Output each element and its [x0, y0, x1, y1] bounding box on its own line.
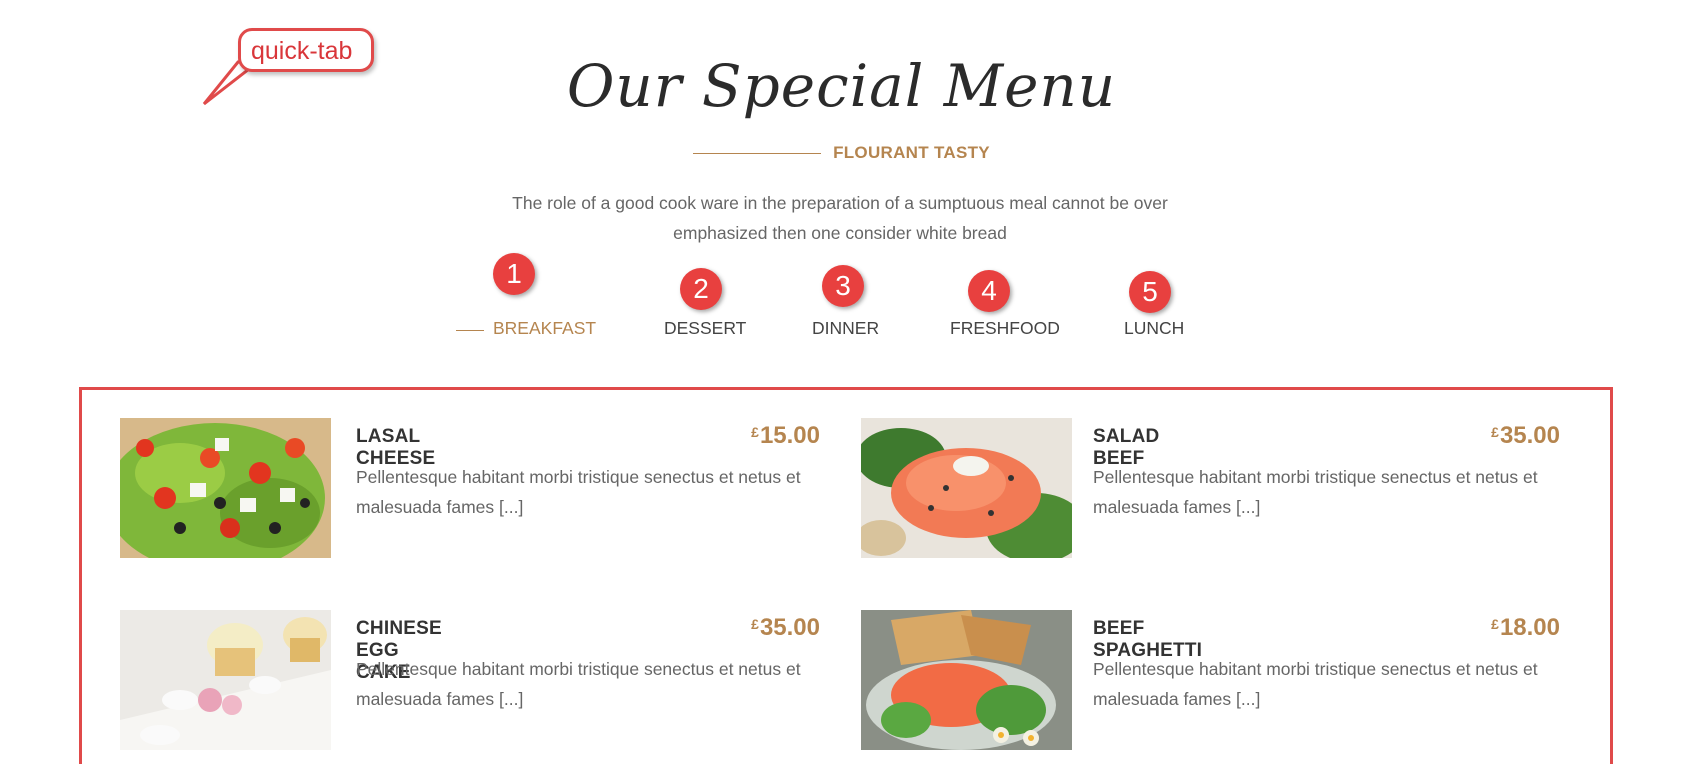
- greek-salad-image[interactable]: [120, 418, 331, 558]
- quick-tab-callout: quick-tab: [238, 28, 374, 72]
- tab-dinner[interactable]: DINNER: [812, 318, 879, 339]
- annotation-badge-5: 5: [1129, 271, 1171, 313]
- annotation-badge-4: 4: [968, 270, 1010, 312]
- item-description: Pellentesque habitant morbi tristique se…: [356, 659, 801, 709]
- item-price: £35.00: [1440, 422, 1560, 450]
- annotation-badge-3: 3: [822, 265, 864, 307]
- annotation-badge-1: 1: [493, 253, 535, 295]
- cupcake-dessert-image[interactable]: [120, 610, 331, 750]
- annotation-badge-2: 2: [680, 268, 722, 310]
- salmon-toast-photo-icon: [861, 610, 1072, 750]
- tab-breakfast[interactable]: BREAKFAST: [493, 318, 596, 339]
- tab-dessert[interactable]: DESSERT: [664, 318, 746, 339]
- tab-lunch[interactable]: LUNCH: [1124, 318, 1184, 339]
- price-value: 35.00: [1499, 422, 1560, 449]
- section-subtitle: FLOURANT TASTY: [833, 143, 990, 162]
- subtitle-row: FLOURANT TASTY: [0, 143, 1683, 163]
- dessert-photo-icon: [120, 610, 331, 750]
- salmon-photo-icon: [861, 418, 1072, 558]
- price-value: 18.00: [1499, 614, 1560, 641]
- currency-symbol: £: [1491, 616, 1499, 632]
- item-price: £18.00: [1440, 614, 1560, 642]
- section-description: The role of a good cook ware in the prep…: [512, 193, 1168, 243]
- item-description: Pellentesque habitant morbi tristique se…: [1093, 659, 1538, 709]
- tab-freshfood[interactable]: FRESHFOOD: [950, 318, 1060, 339]
- item-price: £15.00: [700, 422, 820, 450]
- salad-photo-icon: [120, 418, 331, 558]
- subtitle-divider: [693, 152, 822, 154]
- item-description: Pellentesque habitant morbi tristique se…: [356, 467, 801, 517]
- currency-symbol: £: [751, 616, 759, 632]
- price-value: 15.00: [759, 422, 820, 449]
- price-value: 35.00: [759, 614, 820, 641]
- active-tab-indicator: [456, 330, 484, 331]
- item-description: Pellentesque habitant morbi tristique se…: [1093, 467, 1538, 517]
- salmon-salad-image[interactable]: [861, 418, 1072, 558]
- callout-text: quick-tab: [251, 37, 353, 65]
- currency-symbol: £: [751, 424, 759, 440]
- currency-symbol: £: [1491, 424, 1499, 440]
- salmon-toast-image[interactable]: [861, 610, 1072, 750]
- item-price: £35.00: [700, 614, 820, 642]
